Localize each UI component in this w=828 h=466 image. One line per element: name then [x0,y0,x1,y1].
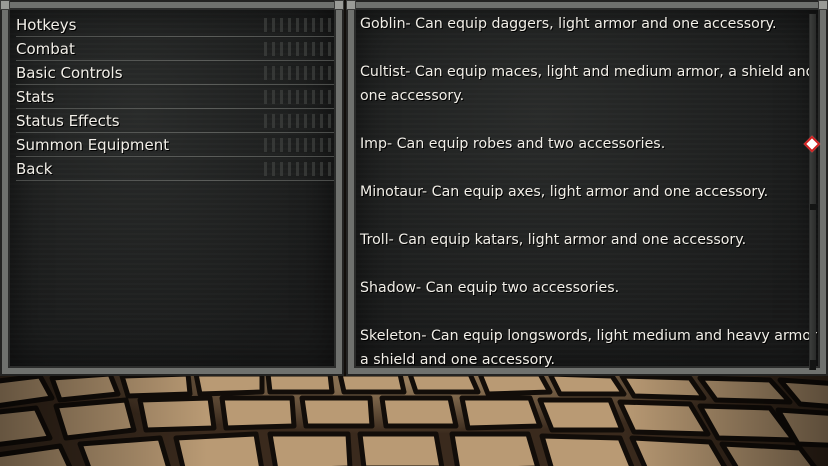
info-scrollbar[interactable] [809,14,816,370]
info-line-shadow: Shadow- Can equip two accessories. [360,280,620,296]
menu-divider-ornament [264,18,334,32]
info-text: Goblin- Can equip daggers, light armor a… [360,12,817,372]
menu-item-basic-controls[interactable]: Basic Controls [16,62,334,86]
menu-item-label: Basic Controls [16,64,123,82]
info-line-goblin: Goblin- Can equip daggers, light armor a… [360,16,777,32]
menu-divider-ornament [264,114,334,128]
menu-item-back[interactable]: Back [16,158,334,182]
menu-item-label: Combat [16,40,75,58]
help-menu-list: Hotkeys Combat Basic Controls Stats Stat… [16,14,334,182]
scrollbar-thumb-upper[interactable] [810,14,816,204]
menu-item-hotkeys[interactable]: Hotkeys [16,14,334,38]
menu-item-label: Summon Equipment [16,136,170,154]
info-line-imp: Imp- Can equip robes and two accessories… [360,136,666,152]
info-line-troll: Troll- Can equip katars, light armor and… [360,232,747,248]
stone-floor-background [0,372,828,466]
menu-item-status-effects[interactable]: Status Effects [16,110,334,134]
info-line-cultist-cont: one accessory. [360,88,465,104]
help-menu-panel: Hotkeys Combat Basic Controls Stats Stat… [0,0,344,376]
menu-item-label: Stats [16,88,55,106]
menu-item-label: Status Effects [16,112,120,130]
menu-item-summon-equipment[interactable]: Summon Equipment [16,134,334,158]
menu-divider-ornament [264,90,334,104]
menu-divider-ornament [264,66,334,80]
info-line-skeleton: Skeleton- Can equip longswords, light me… [360,328,817,344]
menu-divider-ornament [264,162,334,176]
info-line-skeleton-cont: a shield and one accessory. [360,352,556,368]
menu-item-combat[interactable]: Combat [16,38,334,62]
info-panel: Goblin- Can equip daggers, light armor a… [346,0,828,376]
info-line-minotaur: Minotaur- Can equip axes, light armor an… [360,184,769,200]
info-line-cultist: Cultist- Can equip maces, light and medi… [360,64,815,80]
menu-item-label: Back [16,160,53,178]
menu-divider-ornament [264,138,334,152]
menu-item-label: Hotkeys [16,16,77,34]
menu-divider-ornament [264,42,334,56]
diamond-cursor-icon [803,135,821,153]
menu-item-stats[interactable]: Stats [16,86,334,110]
scrollbar-thumb-lower[interactable] [810,210,816,360]
